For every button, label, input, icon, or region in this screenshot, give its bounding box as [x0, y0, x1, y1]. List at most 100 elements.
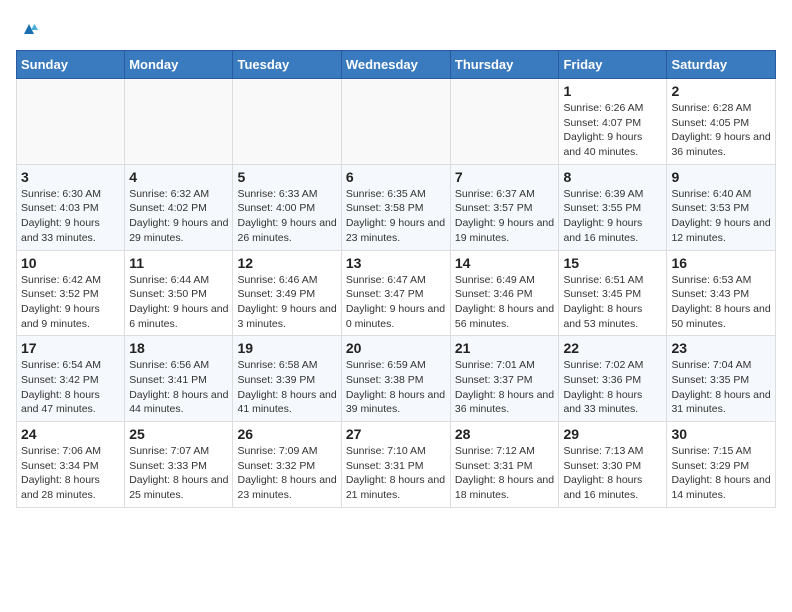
calendar-cell: 15 Sunrise: 6:51 AMSunset: 3:45 PMDayligh… — [559, 250, 667, 336]
day-number: 10 — [21, 255, 120, 271]
day-info: Sunrise: 7:04 AMSunset: 3:35 PMDaylight:… — [671, 358, 771, 417]
calendar-cell: 12 Sunrise: 6:46 AMSunset: 3:49 PMDayligh… — [233, 250, 341, 336]
day-number: 7 — [455, 169, 555, 185]
day-number: 2 — [671, 83, 771, 99]
day-number: 17 — [21, 340, 120, 356]
calendar-header-tuesday: Tuesday — [233, 51, 341, 79]
calendar-cell: 2Sunrise: 6:28 AMSunset: 4:05 PMDaylight… — [667, 79, 776, 165]
calendar-cell: 10 Sunrise: 6:42 AMSunset: 3:52 PMDayligh… — [17, 250, 125, 336]
day-info: Sunrise: 6:49 AMSunset: 3:46 PMDaylight:… — [455, 273, 555, 332]
day-info: Sunrise: 6:44 AMSunset: 3:50 PMDaylight:… — [129, 273, 228, 332]
day-info: Sunrise: 6:46 AMSunset: 3:49 PMDaylight:… — [237, 273, 336, 332]
day-info: Sunrise: 6:47 AMSunset: 3:47 PMDaylight:… — [346, 273, 446, 332]
day-number: 14 — [455, 255, 555, 271]
calendar-table: SundayMondayTuesdayWednesdayThursdayFrid… — [16, 50, 776, 508]
calendar-cell: 14 Sunrise: 6:49 AMSunset: 3:46 PMDayligh… — [450, 250, 559, 336]
calendar-body: 1Sunrise: 6:26 AMSunset: 4:07 PMDaylight… — [17, 79, 776, 508]
day-number: 27 — [346, 426, 446, 442]
calendar-cell — [125, 79, 233, 165]
calendar-header-saturday: Saturday — [667, 51, 776, 79]
day-number: 8 — [563, 169, 662, 185]
day-info: Sunrise: 7:07 AMSunset: 3:33 PMDaylight:… — [129, 444, 228, 503]
calendar-cell: 8 Sunrise: 6:39 AMSunset: 3:55 PMDaylight… — [559, 164, 667, 250]
calendar-cell: 17 Sunrise: 6:54 AMSunset: 3:42 PMDayligh… — [17, 336, 125, 422]
day-info: Sunrise: 6:32 AMSunset: 4:02 PMDaylight:… — [129, 187, 228, 246]
calendar-cell: 19 Sunrise: 6:58 AMSunset: 3:39 PMDayligh… — [233, 336, 341, 422]
day-number: 4 — [129, 169, 228, 185]
calendar-cell: 30 Sunrise: 7:15 AMSunset: 3:29 PMDayligh… — [667, 422, 776, 508]
calendar-cell: 26 Sunrise: 7:09 AMSunset: 3:32 PMDayligh… — [233, 422, 341, 508]
day-number: 5 — [237, 169, 336, 185]
day-info: Sunrise: 6:51 AMSunset: 3:45 PMDaylight:… — [563, 273, 662, 332]
day-number: 16 — [671, 255, 771, 271]
calendar-header-sunday: Sunday — [17, 51, 125, 79]
day-number: 1 — [563, 83, 662, 99]
calendar-cell: 29 Sunrise: 7:13 AMSunset: 3:30 PMDayligh… — [559, 422, 667, 508]
day-number: 9 — [671, 169, 771, 185]
calendar-cell: 23 Sunrise: 7:04 AMSunset: 3:35 PMDayligh… — [667, 336, 776, 422]
calendar-week-1: 3 Sunrise: 6:30 AMSunset: 4:03 PMDaylight… — [17, 164, 776, 250]
day-info: Sunrise: 7:06 AMSunset: 3:34 PMDaylight:… — [21, 444, 120, 503]
day-info: Sunrise: 6:54 AMSunset: 3:42 PMDaylight:… — [21, 358, 120, 417]
day-number: 15 — [563, 255, 662, 271]
day-info: Sunrise: 7:09 AMSunset: 3:32 PMDaylight:… — [237, 444, 336, 503]
day-number: 21 — [455, 340, 555, 356]
calendar-cell: 27 Sunrise: 7:10 AMSunset: 3:31 PMDayligh… — [341, 422, 450, 508]
calendar-cell: 21 Sunrise: 7:01 AMSunset: 3:37 PMDayligh… — [450, 336, 559, 422]
day-info: Sunrise: 7:12 AMSunset: 3:31 PMDaylight:… — [455, 444, 555, 503]
day-number: 26 — [237, 426, 336, 442]
calendar-header-monday: Monday — [125, 51, 233, 79]
day-number: 29 — [563, 426, 662, 442]
day-info: Sunrise: 6:56 AMSunset: 3:41 PMDaylight:… — [129, 358, 228, 417]
calendar-cell: 9 Sunrise: 6:40 AMSunset: 3:53 PMDaylight… — [667, 164, 776, 250]
calendar-cell: 22 Sunrise: 7:02 AMSunset: 3:36 PMDayligh… — [559, 336, 667, 422]
day-info: Sunrise: 6:37 AMSunset: 3:57 PMDaylight:… — [455, 187, 555, 246]
calendar-header-friday: Friday — [559, 51, 667, 79]
page-header — [16, 16, 776, 38]
day-number: 12 — [237, 255, 336, 271]
day-info: Sunrise: 7:10 AMSunset: 3:31 PMDaylight:… — [346, 444, 446, 503]
day-info: Sunrise: 6:40 AMSunset: 3:53 PMDaylight:… — [671, 187, 771, 246]
day-info: Sunrise: 7:02 AMSunset: 3:36 PMDaylight:… — [563, 358, 662, 417]
calendar-cell: 24 Sunrise: 7:06 AMSunset: 3:34 PMDayligh… — [17, 422, 125, 508]
day-number: 3 — [21, 169, 120, 185]
calendar-cell — [17, 79, 125, 165]
calendar-cell: 18 Sunrise: 6:56 AMSunset: 3:41 PMDayligh… — [125, 336, 233, 422]
day-info: Sunrise: 6:39 AMSunset: 3:55 PMDaylight:… — [563, 187, 662, 246]
day-number: 20 — [346, 340, 446, 356]
day-info: Sunrise: 7:01 AMSunset: 3:37 PMDaylight:… — [455, 358, 555, 417]
day-number: 28 — [455, 426, 555, 442]
day-number: 30 — [671, 426, 771, 442]
calendar-cell: 20 Sunrise: 6:59 AMSunset: 3:38 PMDayligh… — [341, 336, 450, 422]
day-info: Sunrise: 6:59 AMSunset: 3:38 PMDaylight:… — [346, 358, 446, 417]
calendar-cell: 11 Sunrise: 6:44 AMSunset: 3:50 PMDayligh… — [125, 250, 233, 336]
day-number: 18 — [129, 340, 228, 356]
day-number: 19 — [237, 340, 336, 356]
day-info: Sunrise: 7:13 AMSunset: 3:30 PMDaylight:… — [563, 444, 662, 503]
day-info: Sunrise: 6:30 AMSunset: 4:03 PMDaylight:… — [21, 187, 120, 246]
day-number: 13 — [346, 255, 446, 271]
calendar-header-row: SundayMondayTuesdayWednesdayThursdayFrid… — [17, 51, 776, 79]
day-info: Sunrise: 6:42 AMSunset: 3:52 PMDaylight:… — [21, 273, 120, 332]
day-info: Sunrise: 7:15 AMSunset: 3:29 PMDaylight:… — [671, 444, 771, 503]
calendar-cell: 25 Sunrise: 7:07 AMSunset: 3:33 PMDayligh… — [125, 422, 233, 508]
calendar-cell — [450, 79, 559, 165]
day-number: 24 — [21, 426, 120, 442]
day-number: 23 — [671, 340, 771, 356]
day-number: 25 — [129, 426, 228, 442]
calendar-week-4: 24 Sunrise: 7:06 AMSunset: 3:34 PMDayligh… — [17, 422, 776, 508]
day-info: Sunrise: 6:35 AMSunset: 3:58 PMDaylight:… — [346, 187, 446, 246]
calendar-cell — [341, 79, 450, 165]
calendar-header-thursday: Thursday — [450, 51, 559, 79]
calendar-week-2: 10 Sunrise: 6:42 AMSunset: 3:52 PMDayligh… — [17, 250, 776, 336]
day-number: 22 — [563, 340, 662, 356]
calendar-week-0: 1Sunrise: 6:26 AMSunset: 4:07 PMDaylight… — [17, 79, 776, 165]
day-number: 11 — [129, 255, 228, 271]
day-info: Sunrise: 6:33 AMSunset: 4:00 PMDaylight:… — [237, 187, 336, 246]
calendar-cell: 7 Sunrise: 6:37 AMSunset: 3:57 PMDaylight… — [450, 164, 559, 250]
day-number: 6 — [346, 169, 446, 185]
calendar-cell: 13 Sunrise: 6:47 AMSunset: 3:47 PMDayligh… — [341, 250, 450, 336]
day-info: Sunrise: 6:58 AMSunset: 3:39 PMDaylight:… — [237, 358, 336, 417]
logo-icon — [18, 16, 40, 38]
calendar-cell: 6 Sunrise: 6:35 AMSunset: 3:58 PMDaylight… — [341, 164, 450, 250]
